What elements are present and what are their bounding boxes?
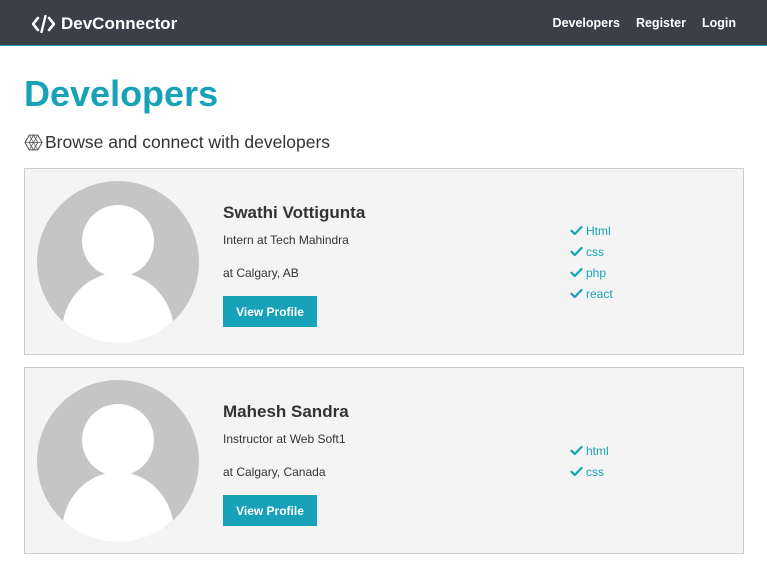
default-avatar-icon: [62, 404, 174, 542]
skill-item: html: [570, 440, 609, 461]
nav-link-developers[interactable]: Developers: [553, 16, 620, 30]
brand-link[interactable]: DevConnector: [32, 13, 177, 35]
nav-link-register[interactable]: Register: [636, 16, 686, 30]
skill-label: php: [586, 265, 607, 280]
profile-location: at Calgary, Canada: [223, 465, 326, 479]
check-icon: [570, 445, 583, 456]
skill-item: php: [570, 262, 613, 283]
skill-item: css: [570, 241, 613, 262]
view-profile-button[interactable]: View Profile: [223, 296, 317, 327]
profile-card: Swathi Vottigunta Intern at Tech Mahindr…: [24, 168, 744, 355]
navbar: DevConnector Developers Register Login: [0, 0, 767, 46]
skill-label: html: [586, 443, 609, 458]
nav-link-login[interactable]: Login: [702, 16, 736, 30]
brand-label: DevConnector: [61, 14, 178, 33]
check-icon: [570, 288, 583, 299]
profile-name: Swathi Vottigunta: [223, 203, 366, 222]
check-icon: [570, 466, 583, 477]
code-icon: [32, 15, 55, 33]
profile-status: Instructor at Web Soft1: [223, 432, 346, 446]
check-icon: [570, 225, 583, 236]
skill-item: Html: [570, 220, 613, 241]
nav-links: Developers Register Login: [553, 16, 767, 30]
profile-status: Intern at Tech Mahindra: [223, 233, 349, 247]
page-lead: Browse and connect with developers: [24, 131, 330, 153]
skill-label: Html: [586, 223, 611, 238]
skill-label: css: [586, 464, 604, 479]
profile-location: at Calgary, AB: [223, 266, 299, 280]
profile-name: Mahesh Sandra: [223, 402, 349, 421]
default-avatar-icon: [62, 205, 174, 343]
avatar: [37, 380, 199, 542]
skill-item: react: [570, 283, 613, 304]
page-lead-text: Browse and connect with developers: [45, 131, 331, 152]
check-icon: [570, 246, 583, 257]
skills-list: Html css php react: [570, 220, 613, 304]
profile-card: Mahesh Sandra Instructor at Web Soft1 at…: [24, 367, 744, 554]
connect-develop-icon: [24, 133, 43, 151]
skills-list: html css: [570, 440, 609, 482]
skill-label: react: [586, 286, 613, 301]
avatar: [37, 181, 199, 343]
page-title: Developers: [24, 73, 219, 114]
skill-label: css: [586, 244, 604, 259]
view-profile-button[interactable]: View Profile: [223, 495, 317, 526]
skill-item: css: [570, 461, 609, 482]
check-icon: [570, 267, 583, 278]
